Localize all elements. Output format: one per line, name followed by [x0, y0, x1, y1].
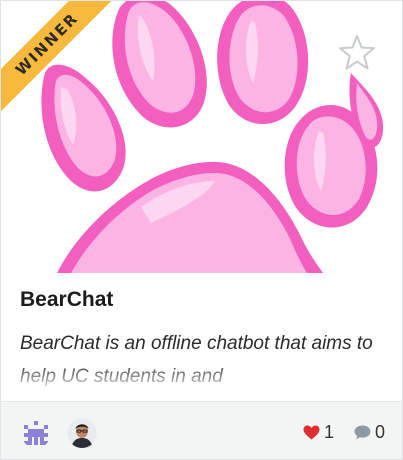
project-thumbnail[interactable]: WINNER: [1, 1, 402, 273]
team-member-avatar[interactable]: [21, 418, 51, 448]
winner-ribbon-label: WINNER: [1, 1, 122, 119]
project-card[interactable]: WINNER BearChat BearChat is an offline c…: [0, 0, 403, 460]
team-member-avatar[interactable]: [67, 418, 97, 448]
description-fade: [20, 361, 392, 389]
comment-button[interactable]: 0: [354, 422, 385, 443]
winner-ribbon: WINNER: [1, 1, 131, 131]
project-description: BearChat is an offline chatbot that aims…: [20, 327, 392, 389]
like-count: 1: [324, 422, 335, 442]
comment-count: 0: [375, 422, 386, 442]
paw-toe-upper-right: [217, 1, 309, 124]
heart-icon: [303, 425, 320, 440]
like-button[interactable]: 1: [303, 422, 334, 443]
project-title[interactable]: BearChat: [20, 288, 113, 312]
pixel-avatar-icon: [24, 421, 48, 445]
user-photo-icon: [67, 418, 97, 448]
card-footer: 1 0: [1, 401, 402, 459]
comment-bubble-icon: [354, 425, 371, 440]
star-icon[interactable]: [337, 33, 377, 73]
